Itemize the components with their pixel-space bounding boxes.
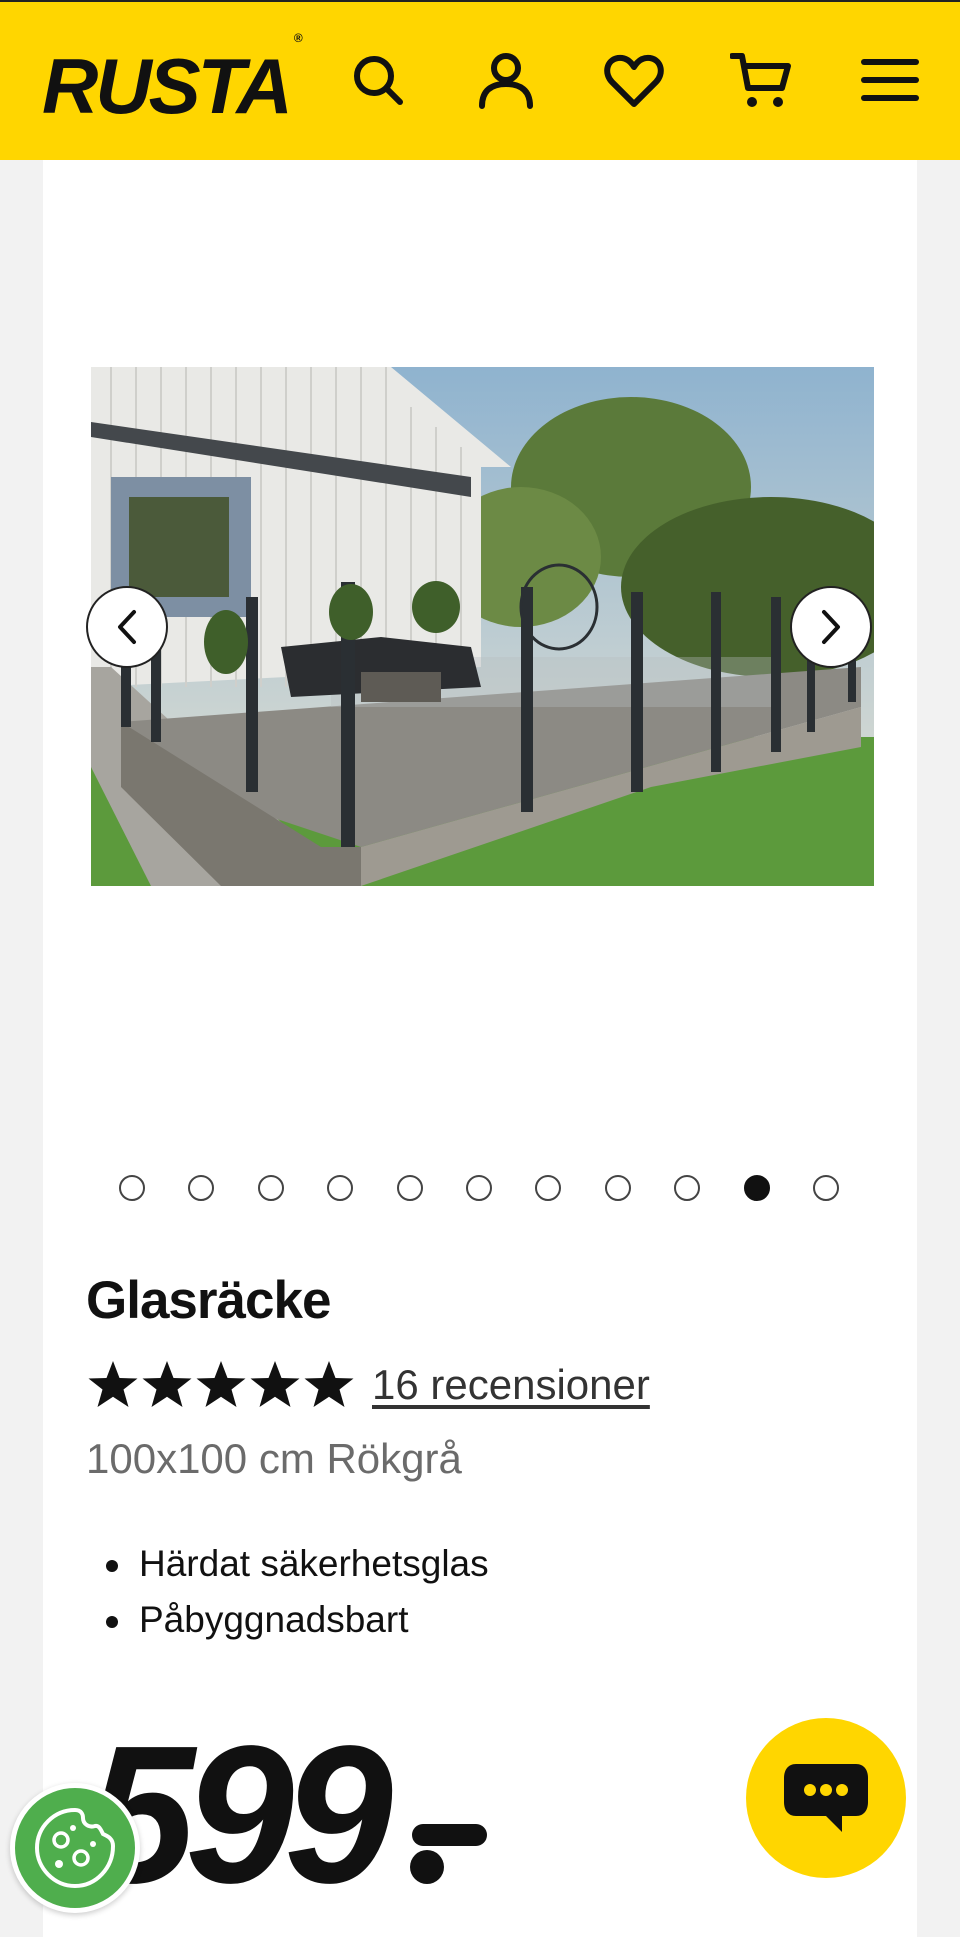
chevron-right-icon (822, 610, 840, 644)
menu-icon[interactable] (858, 48, 922, 112)
cookie-settings-button[interactable] (10, 1783, 140, 1913)
feature-item: Påbyggnadsbart (104, 1592, 489, 1648)
chat-button[interactable] (746, 1718, 906, 1878)
carousel-dot[interactable] (119, 1175, 145, 1201)
carousel-dot[interactable] (604, 1175, 631, 1201)
carousel-dot[interactable] (466, 1175, 492, 1201)
logo-mark: ® (293, 31, 303, 45)
carousel-prev-button[interactable] (86, 586, 168, 668)
chevron-left-icon (118, 610, 136, 644)
star-icon (88, 1361, 138, 1407)
cart-icon[interactable] (729, 48, 794, 112)
carousel-dot[interactable] (257, 1175, 284, 1201)
price-dash (412, 1824, 487, 1846)
heart-icon[interactable] (602, 48, 666, 112)
carousel-dot[interactable] (327, 1175, 354, 1201)
chat-icon (784, 1764, 868, 1832)
rating-stars (86, 1358, 356, 1412)
carousel-dot[interactable] (813, 1175, 839, 1201)
price-dot (410, 1850, 444, 1884)
site-header: RUSTA® (0, 0, 960, 160)
logo-text[interactable]: RUSTA (42, 42, 293, 130)
star-icon (250, 1361, 300, 1407)
product-rating: 16 recensioner (86, 1355, 650, 1415)
product-variant: 100x100 cm Rökgrå (86, 1435, 462, 1482)
cookie-icon (34, 1807, 116, 1889)
carousel-dot[interactable] (743, 1175, 770, 1201)
account-icon[interactable] (474, 48, 538, 112)
product-title: Glasräcke (86, 1271, 331, 1330)
carousel-next-button[interactable] (790, 586, 872, 668)
rusta-logo[interactable]: RUSTA® (42, 31, 303, 126)
product-image[interactable] (91, 367, 874, 886)
star-icon (304, 1361, 354, 1407)
reviews-link[interactable]: 16 recensioner (372, 1361, 650, 1409)
feature-item: Härdat säkerhetsglas (104, 1536, 489, 1592)
feature-list: Härdat säkerhetsglas Påbyggnadsbart (104, 1536, 489, 1648)
star-icon (142, 1361, 192, 1407)
star-icon (196, 1361, 246, 1407)
carousel-dot[interactable] (674, 1175, 701, 1201)
search-icon[interactable] (346, 48, 410, 112)
carousel-dot[interactable] (396, 1175, 423, 1201)
